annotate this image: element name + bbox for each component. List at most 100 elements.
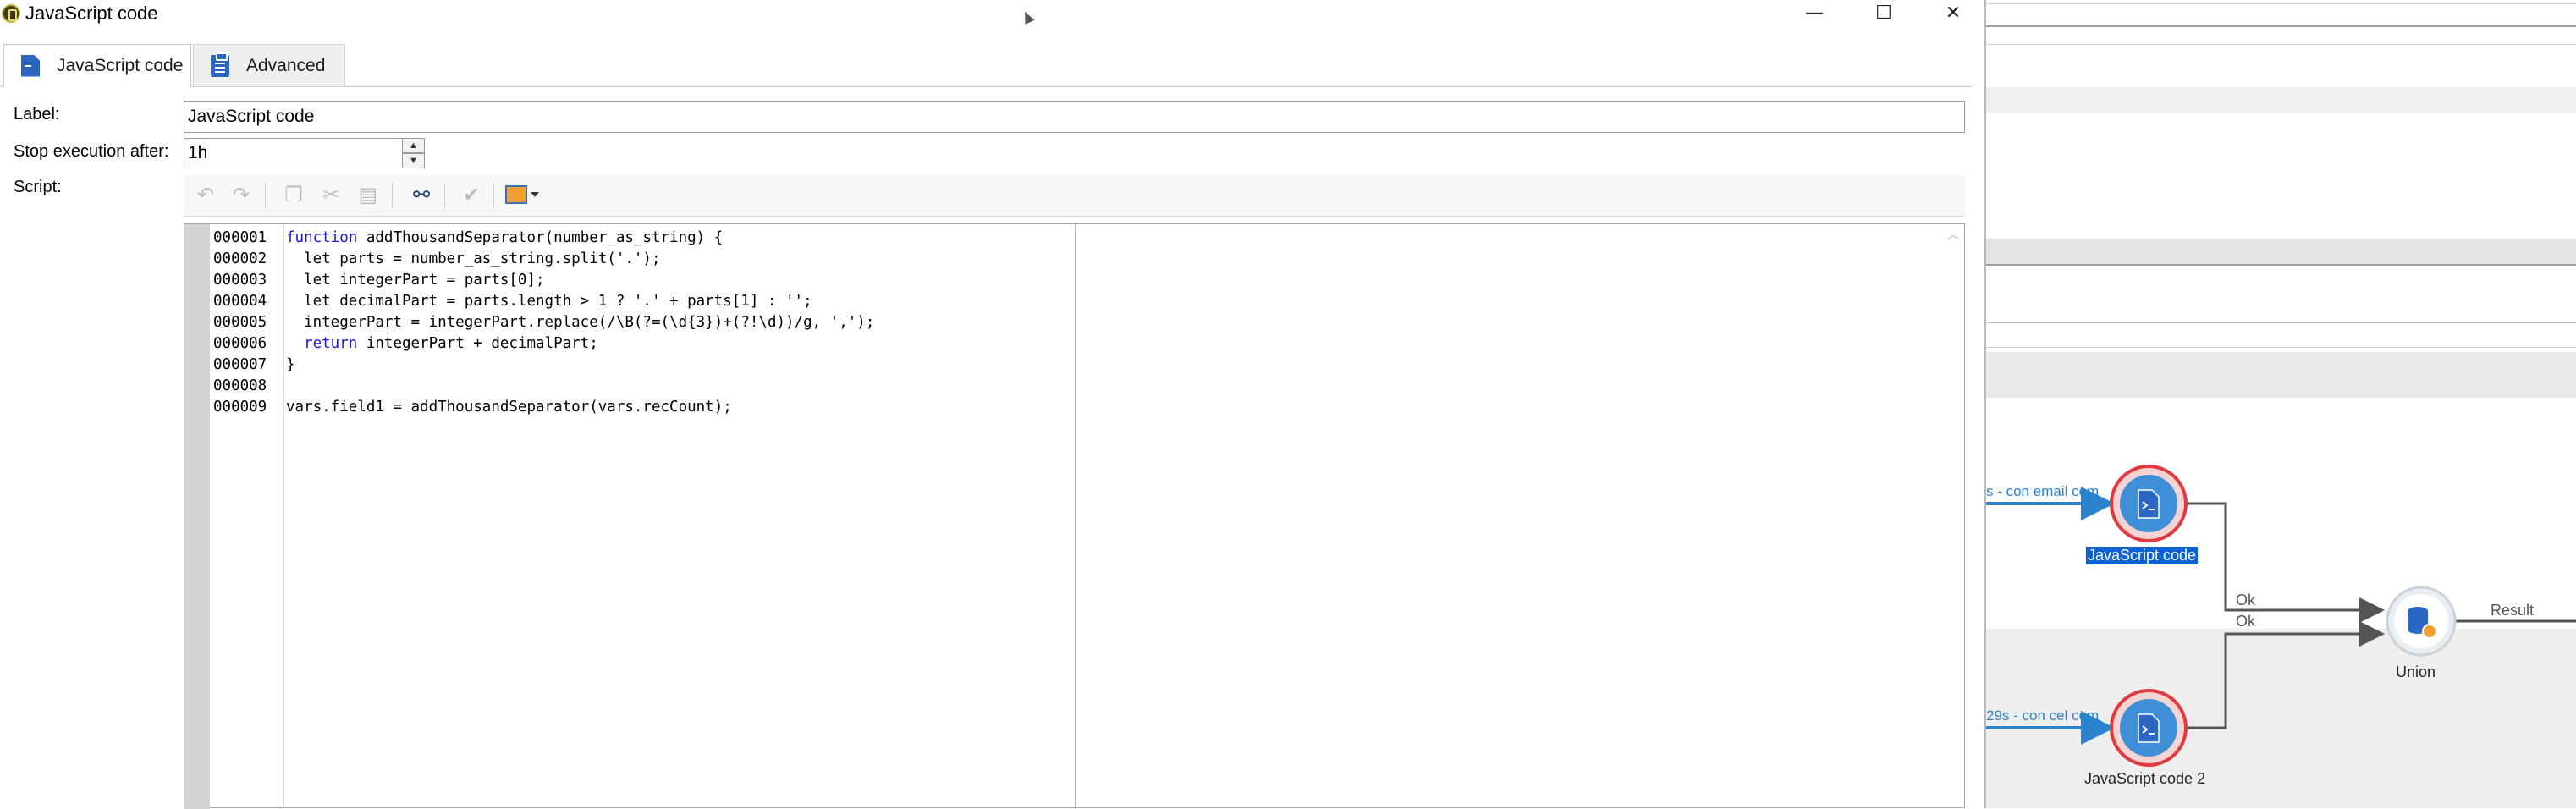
stop-execution-caption: Stop execution after: bbox=[14, 142, 169, 161]
workflow-editor-background: s - con email com 29s - con cel com Java… bbox=[1986, 0, 2576, 808]
chevron-down-icon bbox=[531, 192, 539, 197]
divider bbox=[1986, 264, 2576, 266]
code-token: integerPart + decimalPart; bbox=[357, 335, 598, 352]
code-line: function addThousandSeparator(number_as_… bbox=[286, 228, 874, 249]
print-margin-line bbox=[1075, 224, 1076, 809]
script-toolbar: ↶ ↷ ❐ ✂ ▤ ⚯ ✔ bbox=[184, 174, 1965, 217]
close-button[interactable]: ✕ bbox=[1918, 0, 1988, 26]
redo-icon: ↷ bbox=[232, 183, 250, 206]
copy-icon: ❐ bbox=[284, 183, 303, 206]
paste-icon: ▤ bbox=[358, 183, 378, 206]
code-line: let parts = number_as_string.split('.'); bbox=[286, 249, 874, 270]
line-number: 000006 bbox=[213, 335, 267, 352]
undo-button[interactable]: ↶ bbox=[190, 179, 221, 210]
code-line: let decimalPart = parts.length > 1 ? '.'… bbox=[286, 291, 874, 312]
divider bbox=[1986, 347, 2576, 348]
line-number: 000002 bbox=[213, 250, 267, 267]
tab-label: Advanced bbox=[246, 55, 326, 75]
line-number: 000003 bbox=[213, 272, 267, 289]
label-field[interactable] bbox=[184, 101, 1965, 133]
code-line: return integerPart + decimalPart; bbox=[286, 333, 874, 355]
cut-icon: ✂ bbox=[322, 183, 340, 206]
code-line: integerPart = integerPart.replace(/\B(?=… bbox=[286, 312, 874, 333]
app-icon bbox=[2, 4, 20, 23]
ok-label-1: Ok bbox=[2236, 592, 2256, 608]
minimize-button[interactable]: — bbox=[1780, 0, 1849, 26]
code-token: let integerPart = parts[0]; bbox=[286, 272, 545, 289]
keyword-token: return bbox=[304, 335, 358, 352]
code-line: } bbox=[286, 355, 874, 376]
code-token: let decimalPart = parts.length > 1 ? '.'… bbox=[286, 293, 812, 310]
code-line: let integerPart = parts[0]; bbox=[286, 270, 874, 291]
tab-label: JavaScript code bbox=[57, 55, 184, 75]
script-caption: Script: bbox=[14, 178, 62, 196]
divider bbox=[1986, 3, 2576, 4]
node-1-label: JavaScript code bbox=[2086, 547, 2199, 564]
toolbar-separator bbox=[493, 183, 494, 208]
window-title: JavaScript code bbox=[25, 3, 158, 24]
clipboard-icon bbox=[211, 52, 229, 77]
maximize-button[interactable]: ☐ bbox=[1849, 0, 1918, 26]
keyword-token: function bbox=[286, 229, 358, 246]
tab-advanced[interactable]: Advanced bbox=[193, 44, 345, 87]
code-token: vars.field1 = addThousandSeparator(vars.… bbox=[286, 399, 732, 416]
divider bbox=[1986, 44, 2576, 45]
workflow-diagram bbox=[1986, 465, 2576, 767]
find-button[interactable]: ⚯ bbox=[406, 179, 437, 210]
code-line: vars.field1 = addThousandSeparator(vars.… bbox=[286, 397, 874, 418]
document-icon bbox=[21, 54, 40, 77]
incoming-link-2-label: 29s - con cel com bbox=[1986, 707, 2100, 724]
line-number: 000008 bbox=[213, 377, 267, 394]
code-token: integerPart = integerPart.replace(/\B(?=… bbox=[286, 314, 875, 331]
divider bbox=[1986, 25, 2576, 27]
line-number: 000007 bbox=[213, 356, 267, 373]
paste-button[interactable]: ▤ bbox=[353, 179, 383, 210]
code-token: addThousandSeparator(number_as_string) { bbox=[357, 229, 724, 246]
ok-label-2: Ok bbox=[2236, 613, 2256, 630]
script-editor[interactable]: 000001 000002 000003 000004 000005 000006 0000… bbox=[184, 223, 1965, 809]
incoming-link-1-label: s - con email com bbox=[1986, 483, 2100, 499]
copy-button[interactable]: ❐ bbox=[278, 179, 309, 210]
toolbar-separator bbox=[265, 183, 266, 208]
binoculars-icon: ⚯ bbox=[412, 183, 431, 206]
node-2-label: JavaScript code 2 bbox=[2084, 770, 2206, 787]
tab-javascript-code[interactable]: JavaScript code bbox=[3, 44, 191, 87]
code-area[interactable]: function addThousandSeparator(number_as_… bbox=[286, 228, 874, 418]
panel-band bbox=[1986, 87, 2576, 113]
line-number: 000004 bbox=[213, 293, 267, 310]
code-token: let parts = number_as_string.split('.'); bbox=[286, 250, 661, 267]
toolbar-separator bbox=[392, 183, 393, 208]
panel-band bbox=[1986, 239, 2576, 264]
stop-execution-field[interactable] bbox=[184, 138, 404, 168]
line-number: 000005 bbox=[213, 314, 267, 331]
javascript-code-dialog: JavaScript code — ☐ ✕ JavaScript code Ad… bbox=[0, 0, 1986, 809]
javascript-node-2[interactable] bbox=[2110, 689, 2188, 767]
toolbar-separator bbox=[444, 183, 445, 208]
union-label: Union bbox=[2396, 663, 2436, 680]
divider bbox=[1986, 322, 2576, 323]
gutter-divider bbox=[283, 224, 284, 809]
mouse-cursor-icon bbox=[1020, 9, 1035, 25]
spin-down-button[interactable]: ▼ bbox=[402, 153, 425, 168]
line-number-gutter: 000001 000002 000003 000004 000005 000006 0000… bbox=[213, 228, 281, 418]
title-bar[interactable]: JavaScript code — ☐ ✕ bbox=[0, 0, 1984, 26]
javascript-node-1[interactable] bbox=[2110, 465, 2188, 542]
line-number: 000001 bbox=[213, 229, 267, 246]
undo-icon: ↶ bbox=[196, 183, 215, 206]
workflow-canvas[interactable]: s - con email com 29s - con cel com Java… bbox=[1986, 398, 2576, 808]
tab-strip: JavaScript code Advanced bbox=[0, 44, 1972, 87]
check-syntax-button[interactable]: ✔ bbox=[456, 179, 487, 210]
spin-up-button[interactable]: ▲ bbox=[402, 138, 425, 153]
scroll-up-icon[interactable]: ︿ bbox=[1947, 229, 1959, 241]
insert-field-button[interactable] bbox=[503, 179, 542, 210]
union-node[interactable] bbox=[2386, 586, 2457, 657]
redo-button[interactable]: ↷ bbox=[226, 179, 256, 210]
check-icon: ✔ bbox=[462, 183, 481, 206]
result-label: Result bbox=[2491, 602, 2535, 619]
code-token: } bbox=[286, 356, 295, 373]
fold-gutter bbox=[184, 224, 210, 809]
cut-button[interactable]: ✂ bbox=[316, 179, 346, 210]
label-caption: Label: bbox=[14, 105, 60, 124]
